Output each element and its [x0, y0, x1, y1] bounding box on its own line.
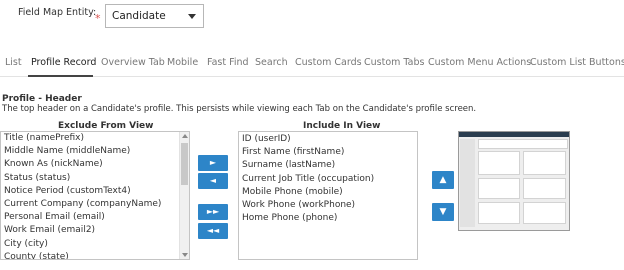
tab-overview[interactable]: Overview Tab [101, 57, 165, 68]
scrollbar[interactable] [179, 132, 189, 259]
chevron-down-icon [188, 14, 196, 19]
list-item[interactable]: City (city) [1, 238, 189, 251]
move-left-button[interactable]: ◄ [198, 173, 228, 189]
preview-card [478, 178, 520, 199]
tab-custom-list-buttons[interactable]: Custom List Buttons [530, 57, 624, 68]
tab-bar: List Profile Record Overview Tab Mobile … [0, 57, 624, 76]
list-item[interactable]: Current Company (companyName) [1, 198, 189, 211]
list-item[interactable]: First Name (firstName) [239, 146, 417, 159]
preview-card [523, 151, 566, 175]
tab-mobile[interactable]: Mobile [167, 57, 198, 68]
tab-fast-find[interactable]: Fast Find [207, 57, 249, 68]
include-heading: Include In View [303, 121, 381, 131]
move-down-button[interactable]: ▼ [432, 203, 454, 221]
section-description: The top header on a Candidate's profile.… [2, 104, 477, 114]
list-item[interactable]: Home Phone (phone) [239, 212, 417, 225]
list-item[interactable]: ID (userID) [239, 133, 417, 146]
move-right-button[interactable]: ► [198, 155, 228, 171]
field-map-entity-select[interactable]: Candidate [105, 4, 204, 28]
tab-divider [0, 76, 624, 77]
list-item[interactable]: County (state) [1, 251, 189, 259]
list-item[interactable]: Status (status) [1, 172, 189, 185]
scroll-up-icon[interactable] [182, 134, 188, 138]
preview-sidebar [460, 139, 475, 227]
tab-custom-cards[interactable]: Custom Cards [295, 57, 362, 68]
preview-card [478, 202, 520, 224]
list-item[interactable]: Title (namePrefix) [1, 132, 189, 145]
layout-preview [458, 131, 570, 231]
list-item[interactable]: Notice Period (customText4) [1, 185, 189, 198]
preview-header-highlight [478, 139, 568, 149]
preview-header-bar [459, 132, 569, 137]
tab-custom-tabs[interactable]: Custom Tabs [364, 57, 424, 68]
active-tab-indicator [28, 75, 93, 77]
list-item[interactable]: Mobile Phone (mobile) [239, 186, 417, 199]
scrollbar-thumb[interactable] [181, 143, 188, 185]
move-all-left-button[interactable]: ◄◄ [198, 223, 228, 239]
move-up-button[interactable]: ▲ [432, 171, 454, 189]
preview-card [523, 202, 566, 224]
list-item[interactable]: Work Email (email2) [1, 224, 189, 237]
move-all-right-button[interactable]: ►► [198, 204, 228, 220]
tab-custom-menu-actions[interactable]: Custom Menu Actions [428, 57, 531, 68]
tab-search[interactable]: Search [255, 57, 288, 68]
tab-list[interactable]: List [5, 57, 22, 68]
section-title: Profile - Header [2, 94, 82, 104]
list-item[interactable]: Known As (nickName) [1, 158, 189, 171]
list-item[interactable]: Work Phone (workPhone) [239, 199, 417, 212]
preview-card [478, 151, 520, 175]
field-map-entity-value: Candidate [112, 10, 166, 22]
preview-card [523, 178, 566, 199]
scroll-down-icon[interactable] [182, 253, 188, 257]
list-item[interactable]: Current Job Title (occupation) [239, 173, 417, 186]
list-item[interactable]: Personal Email (email) [1, 211, 189, 224]
exclude-heading: Exclude From View [58, 121, 154, 131]
tab-profile-record[interactable]: Profile Record [31, 57, 96, 68]
exclude-listbox[interactable]: Title (namePrefix) Middle Name (middleNa… [0, 131, 190, 260]
field-map-entity-label: Field Map Entity: [18, 7, 97, 18]
include-listbox[interactable]: ID (userID) First Name (firstName) Surna… [238, 131, 418, 260]
required-marker: * [95, 12, 101, 25]
list-item[interactable]: Middle Name (middleName) [1, 145, 189, 158]
list-item[interactable]: Surname (lastName) [239, 159, 417, 172]
